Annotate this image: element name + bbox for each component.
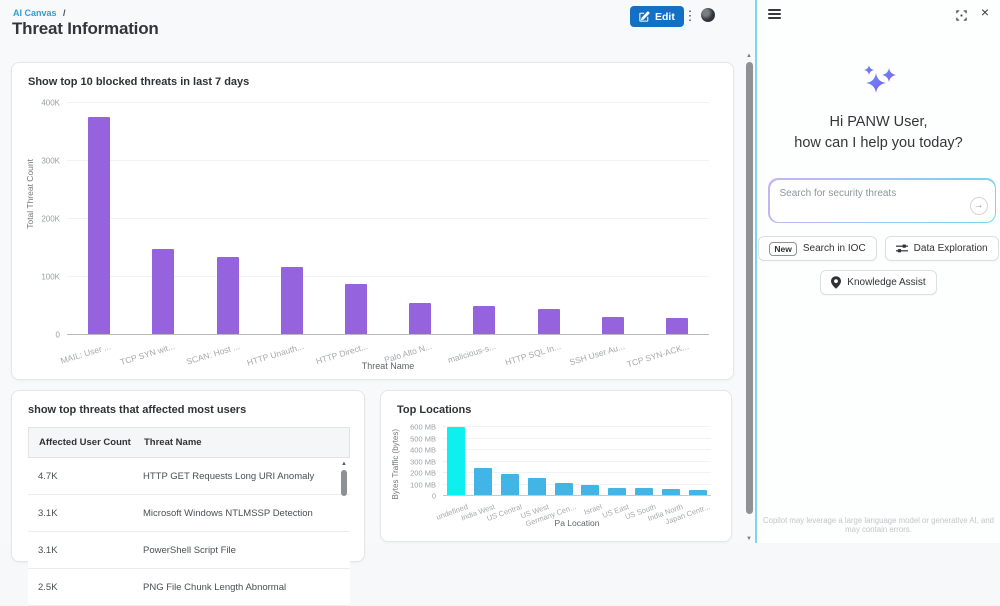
expand-icon[interactable] — [956, 8, 967, 26]
bar — [635, 488, 653, 495]
knowledge-assist-button[interactable]: Knowledge Assist — [820, 270, 937, 295]
users-table-card: show top threats that affected most user… — [11, 390, 365, 606]
locations-bar-chart: 0 100 MB 200 MB 300 MB 400 MB 500 MB 600 MB un… — [410, 423, 711, 529]
scroll-up-icon[interactable]: ▲ — [341, 460, 347, 468]
table-scroll-thumb[interactable] — [341, 470, 347, 496]
y-tick-label: 0 — [431, 491, 436, 501]
table-row: 4.7K HTTP GET Requests Long URI Anomaly — [28, 458, 350, 495]
table-row: 3.1K PowerShell Script File — [28, 532, 350, 569]
chart-title: Show top 10 blocked threats in last 7 da… — [28, 76, 250, 88]
data-exploration-button[interactable]: Data Exploration — [884, 236, 999, 261]
bar — [447, 427, 466, 495]
bar — [280, 267, 303, 334]
bar — [88, 117, 111, 334]
x-axis-title: Pa Location — [554, 518, 600, 528]
table-header: Affected User Count Threat Name — [28, 427, 350, 458]
bar — [581, 485, 600, 495]
scroll-up-icon[interactable]: ▲ — [746, 52, 752, 60]
bar — [409, 303, 432, 334]
bar — [527, 477, 546, 495]
arrow-right-icon: → — [973, 200, 984, 211]
threats-table: Affected User Count Threat Name 4.7K HTTP … — [28, 427, 350, 606]
table-scrollbar[interactable]: ▲ — [340, 460, 348, 496]
copilot-panel: × Hi PANW User, how can I help you today… — [755, 0, 1000, 543]
bar — [474, 468, 493, 495]
bar — [537, 309, 560, 334]
close-icon[interactable]: × — [981, 4, 989, 20]
table-cell: 2.5K — [38, 581, 58, 593]
y-tick-label: 400K — [41, 98, 60, 108]
table-cell: Microsoft Windows NTLMSSP Detection — [143, 507, 313, 519]
greeting-line-2: how can I help you today? — [794, 135, 963, 151]
menu-icon[interactable] — [768, 9, 781, 21]
bar — [344, 284, 367, 334]
edit-icon — [639, 11, 650, 22]
edit-button[interactable]: Edit — [630, 6, 684, 27]
y-tick-label: 300K — [41, 156, 60, 166]
search-input[interactable] — [769, 179, 995, 222]
chart-title: Top Locations — [397, 404, 472, 416]
main-scrollbar[interactable]: ▲ ▼ — [744, 52, 754, 543]
bar — [501, 473, 519, 495]
locations-chart-card: Top Locations Bytes Traffic (bytes) 0 100… — [380, 390, 732, 542]
sliders-icon — [895, 243, 908, 254]
page-title: Threat Information — [12, 19, 159, 38]
bar — [688, 490, 707, 495]
main-scroll-thumb[interactable] — [745, 62, 753, 514]
table-cell: 4.7K — [38, 470, 58, 482]
x-axis-title: Threat Name — [361, 361, 415, 371]
y-tick-label: 300 MB — [410, 457, 436, 467]
sparkles-icon — [757, 64, 1000, 103]
bar — [661, 489, 680, 495]
y-tick-label: 100K — [41, 272, 60, 282]
breadcrumb-link-ai-canvas[interactable]: AI Canvas — [13, 8, 57, 18]
table-row: 2.5K PNG File Chunk Length Abnormal — [28, 569, 350, 606]
table-title: show top threats that affected most user… — [28, 404, 247, 416]
chart-bars — [443, 425, 711, 496]
table-row: 3.1K Microsoft Windows NTLMSSP Detection — [28, 495, 350, 532]
breadcrumb: AI Canvas / — [13, 8, 66, 18]
copilot-logo-icon[interactable] — [701, 8, 715, 22]
table-cell: 3.1K — [38, 544, 58, 556]
column-header: Affected User Count — [39, 437, 131, 448]
copilot-greeting: Hi PANW User, how can I help you today? — [757, 112, 1000, 154]
send-button[interactable]: → — [969, 196, 988, 215]
y-tick-label: 200 MB — [410, 468, 436, 478]
location-pin-icon — [831, 276, 842, 289]
bar — [473, 306, 496, 334]
bar — [152, 248, 175, 334]
table-cell: PNG File Chunk Length Abnormal — [143, 581, 287, 593]
bar — [608, 487, 627, 495]
bar — [665, 317, 688, 334]
y-tick-label: 600 MB — [410, 422, 436, 432]
search-in-ioc-button[interactable]: New Search in IOC — [758, 236, 877, 261]
threats-bar-chart: 0 100K 200K 300K 400K MAIL: User ... TCP SYN … — [41, 99, 709, 369]
y-tick-label: 400 MB — [410, 445, 436, 455]
y-axis-label: Bytes Traffic (bytes) — [391, 429, 400, 500]
greeting-line-1: Hi PANW User, — [829, 114, 928, 130]
bar — [554, 483, 573, 495]
x-tick-label: Israel — [583, 502, 604, 517]
chart-bars — [67, 103, 709, 335]
table-cell: HTTP GET Requests Long URI Anomaly — [143, 470, 315, 482]
kebab-menu-icon[interactable]: ⋮ — [683, 6, 697, 26]
y-tick-label: 0 — [55, 330, 60, 340]
y-tick-label: 100 MB — [410, 480, 436, 490]
y-axis-label: Total Threat Count — [25, 159, 35, 229]
column-header: Threat Name — [144, 437, 202, 448]
copilot-disclaimer: Copilot may leverage a large language mo… — [762, 516, 995, 534]
main-content-area: AI Canvas / Threat Information Edit ⋮ Sh… — [0, 0, 755, 606]
bar — [601, 317, 624, 334]
y-tick-label: 500 MB — [410, 434, 436, 444]
y-tick-label: 200K — [41, 214, 60, 224]
search-box: → — [768, 178, 996, 223]
bar — [216, 256, 239, 334]
breadcrumb-separator: / — [63, 8, 66, 18]
scroll-down-icon[interactable]: ▼ — [746, 535, 752, 543]
table-body: 4.7K HTTP GET Requests Long URI Anomaly 3.… — [28, 458, 350, 606]
table-cell: PowerShell Script File — [143, 544, 236, 556]
table-cell: 3.1K — [38, 507, 58, 519]
threats-chart-card: Show top 10 blocked threats in last 7 da… — [11, 62, 734, 380]
new-badge: New — [769, 241, 797, 256]
